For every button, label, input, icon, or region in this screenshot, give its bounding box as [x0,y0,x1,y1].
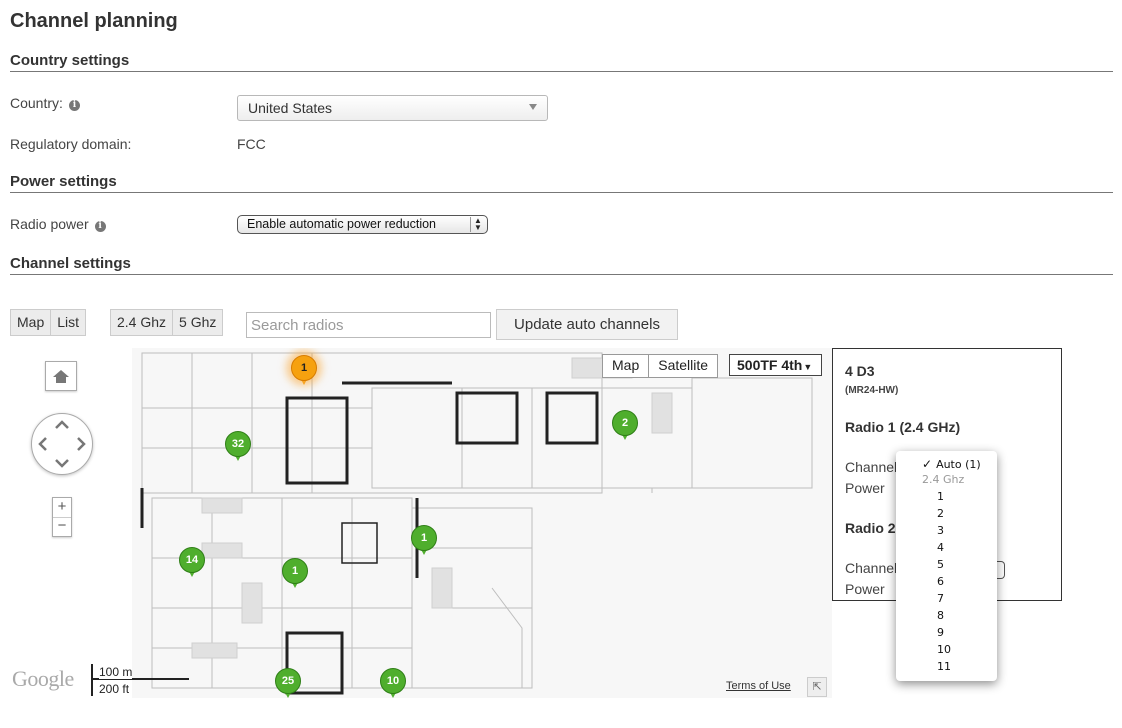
radio1-channel-label: Channel [845,459,898,475]
search-radios-input[interactable] [246,312,491,338]
floor-select-value: 500TF 4th [737,357,803,373]
view-toggle: Map List [10,309,87,336]
dropdown-option[interactable]: 1 [896,489,997,505]
terms-of-use-link[interactable]: Terms of Use [726,680,791,692]
radio1-heading: Radio 1 (2.4 GHz) [845,419,961,435]
expand-arrow-icon[interactable]: ⇱ [807,677,827,697]
updown-arrows-icon: ▲ ▼ [470,217,485,232]
zoom-control: + − [52,497,72,537]
scale-metric: 100 m [99,665,133,679]
info-icon[interactable]: i [68,100,80,111]
map-type-control: Map Satellite [602,354,719,378]
dropdown-option[interactable]: 10 [896,642,997,658]
info-icon[interactable]: i [94,221,106,232]
country-value: United States [248,100,333,116]
dropdown-option[interactable]: 3 [896,523,997,539]
map-pin[interactable]: 1 [282,558,308,590]
floorplan-map[interactable]: Map Satellite 500TF 4th▼ 1 2 32 1 14 1 2… [132,348,832,698]
map-pin[interactable]: 14 [179,547,205,579]
map-scale: 100 m 200 ft [91,664,191,698]
floor-select[interactable]: 500TF 4th▼ [729,354,822,376]
dropdown-option[interactable]: 8 [896,608,997,624]
channel-dropdown[interactable]: ✓ Auto (1) 2.4 Ghz 1 2 3 4 5 6 7 8 9 10 1… [896,451,997,681]
dropdown-option[interactable]: 5 [896,557,997,573]
page-title: Channel planning [10,10,178,32]
radio-power-select[interactable]: Enable automatic power reduction ▲ ▼ [237,215,488,234]
power-settings-heading: Power settings [10,173,117,190]
google-logo: Google [12,666,74,691]
dropdown-option[interactable]: 9 [896,625,997,641]
tab-band-5ghz[interactable]: 5 Ghz [173,309,224,336]
map-pin[interactable]: 32 [225,431,251,463]
dropdown-option[interactable]: 4 [896,540,997,556]
tab-band-2-4ghz[interactable]: 2.4 Ghz [110,309,174,336]
map-pin[interactable]: 10 [380,668,406,698]
map-pin[interactable]: 2 [612,410,638,442]
home-button[interactable] [45,361,77,391]
radio2-power-label: Power [845,581,885,597]
zoom-out-icon[interactable]: − [53,518,71,536]
device-model: (MR24-HW) [845,385,899,396]
tab-list-view[interactable]: List [51,309,87,336]
device-name: 4 D3 [845,363,875,379]
channel-settings-divider [10,274,1113,275]
dropdown-option[interactable]: 11 [896,659,997,675]
map-pin[interactable]: 1 [291,355,317,387]
map-pin[interactable]: 25 [275,668,301,698]
radio-power-value: Enable automatic power reduction [247,217,437,231]
pan-control[interactable] [31,413,93,475]
country-select[interactable]: United States [237,95,548,121]
radio1-power-label: Power [845,480,885,496]
regulatory-domain-label: Regulatory domain: [10,136,132,152]
band-toggle: 2.4 Ghz 5 Ghz [110,309,224,336]
dropdown-option[interactable]: 2 [896,506,997,522]
dropdown-group-label: 2.4 Ghz [922,473,965,486]
scale-imperial: 200 ft [99,682,130,696]
radio-power-label: Radio power [10,216,89,232]
dropdown-option-selected[interactable]: ✓ Auto (1) [896,456,997,472]
map-type-satellite-button[interactable]: Satellite [649,355,717,377]
country-label: Country: [10,95,63,111]
radio-power-label-row: Radio power i [10,216,106,232]
country-settings-heading: Country settings [10,52,130,69]
country-settings-divider [10,71,1113,72]
country-label-row: Country: i [10,95,80,111]
dropdown-option[interactable]: 6 [896,574,997,590]
dropdown-option[interactable]: 7 [896,591,997,607]
caret-down-icon: ▼ [803,362,813,372]
tab-map-view[interactable]: Map [10,309,52,336]
regulatory-domain-value: FCC [237,136,266,152]
checkmark-icon: ✓ [922,457,933,471]
map-pin[interactable]: 1 [411,525,437,557]
update-auto-channels-button[interactable]: Update auto channels [496,309,678,340]
home-icon [53,370,69,383]
map-type-map-button[interactable]: Map [603,355,650,377]
power-settings-divider [10,192,1113,193]
caret-down-icon [529,104,537,110]
pan-arrows-icon [38,420,86,468]
floorplan-drawing [140,352,813,695]
channel-settings-heading: Channel settings [10,255,131,272]
zoom-in-icon[interactable]: + [53,498,71,518]
radio2-heading: Radio 2 [845,520,896,536]
radio2-channel-label: Channel [845,560,898,576]
